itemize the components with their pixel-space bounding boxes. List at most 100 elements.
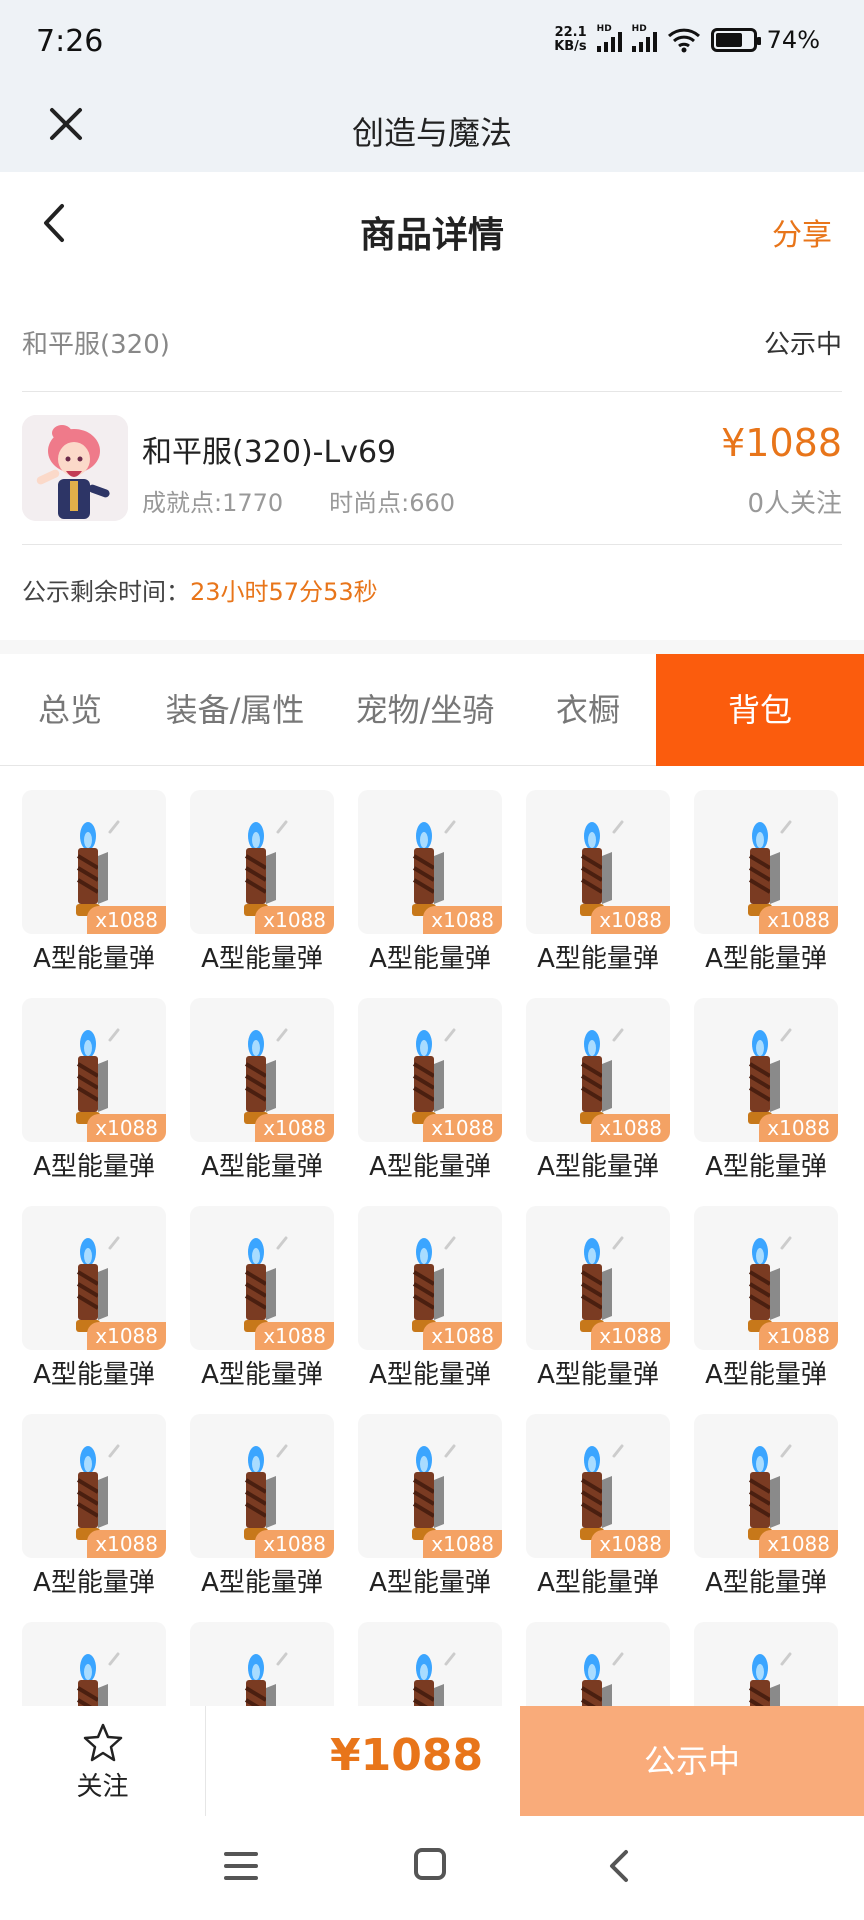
bottom-bar: 关注 ¥1088 公示中 — [0, 1706, 864, 1816]
item-name: A型能量弹 — [201, 1152, 323, 1182]
bottom-price: ¥1088 — [330, 1730, 484, 1781]
tab-wardrobe[interactable]: 衣橱 — [520, 654, 656, 766]
status-icons: 22.1 KB/s HD HD 74% — [554, 24, 820, 54]
inventory-item[interactable]: x1088 A型能量弹 — [190, 1414, 334, 1598]
listing-status: 公示中 — [763, 330, 842, 360]
item-quantity-badge: x1088 — [423, 1114, 502, 1142]
tab-pets-mounts[interactable]: 宠物/坐骑 — [330, 654, 520, 766]
inventory-grid: x1088 A型能量弹 x1088 A型能量弹 x1088 A型能量弹 x108… — [22, 790, 842, 1804]
home-button[interactable] — [414, 1848, 446, 1880]
battery-fill — [715, 33, 743, 47]
inventory-item[interactable]: x1088 A型能量弹 — [358, 1414, 502, 1598]
share-button[interactable]: 分享 — [772, 210, 832, 254]
item-name: A型能量弹 — [705, 1360, 827, 1390]
inventory-item-thumb: x1088 — [22, 1414, 166, 1558]
tab-overview[interactable]: 总览 — [0, 654, 140, 766]
item-name: A型能量弹 — [201, 944, 323, 974]
item-quantity-badge: x1088 — [255, 1530, 334, 1558]
inventory-item[interactable]: x1088 A型能量弹 — [190, 998, 334, 1182]
inventory-item-thumb: x1088 — [358, 790, 502, 934]
inventory-item[interactable]: x1088 A型能量弹 — [694, 1414, 838, 1598]
signal-hd-label: HD — [596, 24, 612, 34]
inventory-item-thumb: x1088 — [190, 1206, 334, 1350]
inventory-item-thumb: x1088 — [358, 1414, 502, 1558]
character-avatar-image — [22, 415, 128, 521]
inventory-item[interactable]: x1088 A型能量弹 — [526, 998, 670, 1182]
inventory-item[interactable]: x1088 A型能量弹 — [358, 790, 502, 974]
inventory-item[interactable]: x1088 A型能量弹 — [22, 790, 166, 974]
inventory-item[interactable]: x1088 A型能量弹 — [22, 1206, 166, 1390]
inventory-item[interactable]: x1088 A型能量弹 — [358, 1206, 502, 1390]
network-speed: 22.1 KB/s — [554, 26, 586, 54]
network-speed-value: 22.1 — [554, 25, 587, 40]
tab-backpack[interactable]: 背包 — [656, 654, 864, 766]
signal-hd-label: HD — [631, 24, 647, 34]
item-quantity-badge: x1088 — [759, 1114, 838, 1142]
inventory-item[interactable]: x1088 A型能量弹 — [694, 998, 838, 1182]
inventory-item-thumb: x1088 — [22, 790, 166, 934]
item-name: A型能量弹 — [33, 1360, 155, 1390]
inventory-item-thumb: x1088 — [694, 790, 838, 934]
item-quantity-badge: x1088 — [423, 1530, 502, 1558]
product-card[interactable]: 和平服(320)-Lv69 成就点:1770 时尚点:660 ¥1088 0人关… — [22, 393, 842, 545]
item-name: A型能量弹 — [705, 1152, 827, 1182]
achievement-points: 成就点:1770 — [142, 489, 284, 517]
countdown-value: 23小时57分53秒 — [190, 578, 378, 606]
product-name: 和平服(320)-Lv69 — [142, 435, 397, 470]
inventory-item[interactable]: x1088 A型能量弹 — [526, 790, 670, 974]
inventory-item[interactable]: x1088 A型能量弹 — [190, 790, 334, 974]
inventory-item-thumb: x1088 — [358, 998, 502, 1142]
inventory-item-thumb: x1088 — [22, 998, 166, 1142]
item-name: A型能量弹 — [705, 944, 827, 974]
item-quantity-badge: x1088 — [591, 1530, 670, 1558]
system-back-button[interactable] — [600, 1846, 640, 1886]
item-quantity-badge: x1088 — [255, 1114, 334, 1142]
item-name: A型能量弹 — [369, 1568, 491, 1598]
item-name: A型能量弹 — [537, 944, 659, 974]
battery-percent: 74% — [766, 26, 820, 54]
status-bar: 7:26 22.1 KB/s HD HD 74% — [0, 0, 864, 86]
publicity-button[interactable]: 公示中 — [520, 1706, 864, 1816]
tab-equipment[interactable]: 装备/属性 — [140, 654, 330, 766]
item-name: A型能量弹 — [33, 1152, 155, 1182]
item-quantity-badge: x1088 — [591, 1114, 670, 1142]
inventory-item-thumb: x1088 — [526, 998, 670, 1142]
inventory-item-thumb: x1088 — [22, 1206, 166, 1350]
status-time: 7:26 — [36, 24, 104, 59]
countdown: 公示剩余时间：23小时57分53秒 — [22, 572, 378, 607]
section-divider — [0, 640, 864, 654]
character-avatar — [22, 415, 128, 521]
inventory-item-thumb: x1088 — [526, 1414, 670, 1558]
inventory-item-thumb: x1088 — [526, 790, 670, 934]
server-name: 和平服(320) — [22, 330, 170, 360]
follow-button[interactable]: 关注 — [0, 1706, 206, 1816]
app-bar: 创造与魔法 — [0, 86, 864, 172]
inventory-item[interactable]: x1088 A型能量弹 — [526, 1206, 670, 1390]
product-price: ¥1088 — [721, 421, 842, 465]
network-speed-unit: KB/s — [554, 39, 587, 54]
inventory-item[interactable]: x1088 A型能量弹 — [358, 998, 502, 1182]
inventory-item[interactable]: x1088 A型能量弹 — [22, 998, 166, 1182]
item-quantity-badge: x1088 — [759, 906, 838, 934]
item-name: A型能量弹 — [33, 944, 155, 974]
item-quantity-badge: x1088 — [87, 906, 166, 934]
item-quantity-badge: x1088 — [423, 1322, 502, 1350]
item-quantity-badge: x1088 — [87, 1114, 166, 1142]
item-name: A型能量弹 — [201, 1360, 323, 1390]
inventory-item-thumb: x1088 — [526, 1206, 670, 1350]
inventory-item[interactable]: x1088 A型能量弹 — [694, 790, 838, 974]
inventory-item[interactable]: x1088 A型能量弹 — [694, 1206, 838, 1390]
item-quantity-badge: x1088 — [759, 1530, 838, 1558]
tab-bar: 总览 装备/属性 宠物/坐骑 衣橱 背包 — [0, 654, 864, 766]
fashion-points: 时尚点:660 — [329, 489, 456, 517]
page-title: 商品详情 — [359, 215, 504, 256]
inventory-item[interactable]: x1088 A型能量弹 — [526, 1414, 670, 1598]
listing-header: 和平服(320) 公示中 — [22, 312, 842, 392]
inventory-item[interactable]: x1088 A型能量弹 — [190, 1206, 334, 1390]
follower-count: 0人关注 — [747, 489, 842, 519]
inventory-item-thumb: x1088 — [694, 1414, 838, 1558]
system-nav-bar — [0, 1816, 864, 1920]
inventory-item[interactable]: x1088 A型能量弹 — [22, 1414, 166, 1598]
item-name: A型能量弹 — [201, 1568, 323, 1598]
recent-apps-button[interactable] — [224, 1852, 258, 1888]
